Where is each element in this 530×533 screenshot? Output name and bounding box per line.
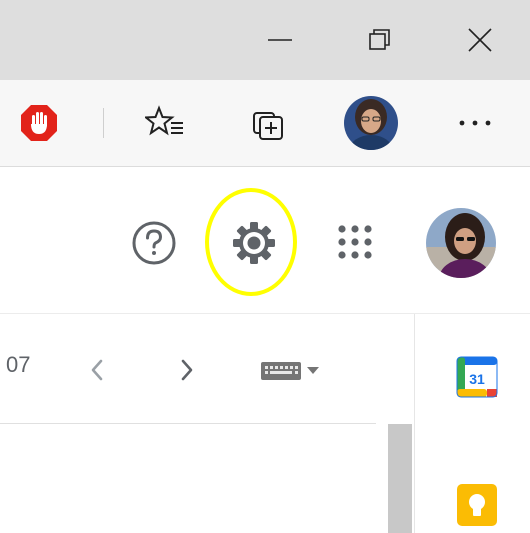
google-account-button[interactable] (424, 206, 498, 280)
keyboard-icon (261, 362, 301, 380)
restore-icon (369, 29, 390, 50)
profile-avatar (344, 96, 398, 150)
more-menu-button[interactable] (445, 100, 505, 146)
chevron-left-icon (91, 359, 103, 381)
google-calendar-icon: 31 (456, 356, 498, 398)
restore-button[interactable] (330, 0, 430, 80)
scrollbar-thumb[interactable] (388, 424, 412, 533)
google-apps-button[interactable] (332, 219, 378, 265)
input-tools-button[interactable] (248, 356, 332, 386)
adblock-extension-button[interactable] (16, 100, 62, 146)
mail-list-toolbar (0, 314, 412, 424)
mail-toolbar-divider (0, 423, 376, 424)
page-count-text: 07 (6, 352, 31, 377)
chevron-right-icon (181, 359, 193, 381)
google-keep-button[interactable] (454, 482, 500, 528)
caret-down-icon (307, 367, 319, 374)
google-keep-icon (457, 484, 497, 526)
google-calendar-button[interactable]: 31 (454, 354, 500, 400)
toolbar-separator (103, 108, 104, 138)
calendar-date-text: 31 (469, 371, 485, 387)
adblock-hand-icon (21, 105, 57, 141)
close-icon (468, 28, 492, 52)
more-dots-icon (459, 120, 491, 126)
favorites-button[interactable] (140, 100, 190, 146)
collections-icon (253, 112, 283, 140)
close-button[interactable] (430, 0, 530, 80)
account-avatar (426, 208, 496, 278)
older-button[interactable] (82, 352, 112, 388)
minimize-button[interactable] (230, 0, 330, 80)
collections-button[interactable] (243, 100, 293, 146)
browser-profile-button[interactable] (340, 94, 402, 152)
favorites-icon (145, 105, 183, 136)
minimize-icon (268, 39, 292, 41)
help-button[interactable] (129, 218, 179, 268)
help-icon (132, 221, 176, 265)
apps-grid-icon (338, 225, 372, 259)
newer-button[interactable] (172, 352, 202, 388)
settings-highlight-circle (205, 188, 297, 296)
